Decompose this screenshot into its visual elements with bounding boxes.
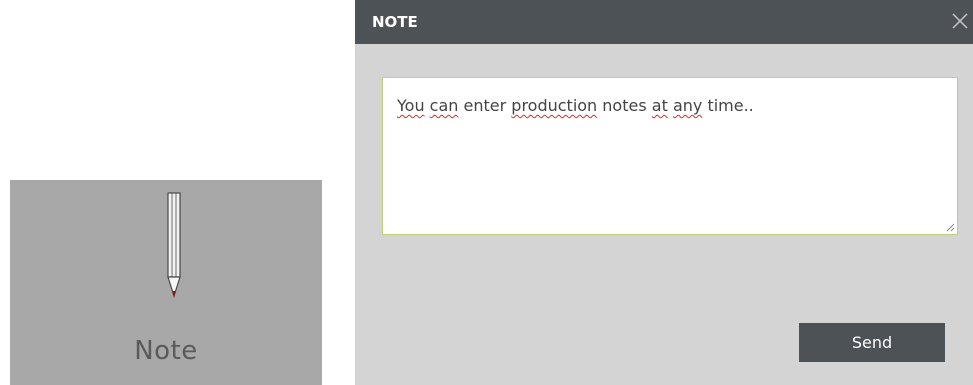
dialog-header: NOTE xyxy=(355,0,973,44)
note-tile-label: Note xyxy=(134,336,198,366)
note-text: You can enter production notes at any ti… xyxy=(397,96,754,115)
resize-grip-icon[interactable] xyxy=(945,222,955,232)
note-tile-button[interactable]: Note xyxy=(10,180,322,385)
pencil-icon xyxy=(167,192,181,298)
note-word-misspelled: You xyxy=(397,96,425,115)
note-word-misspelled: production xyxy=(511,96,598,115)
note-word: time.. xyxy=(702,96,754,115)
close-icon[interactable] xyxy=(949,10,971,32)
dialog-title: NOTE xyxy=(372,13,418,31)
note-word-misspelled: at xyxy=(651,96,668,115)
note-word: enter xyxy=(458,96,512,115)
note-word-misspelled: any xyxy=(672,96,703,115)
send-button[interactable]: Send xyxy=(799,323,945,362)
note-word: notes xyxy=(597,96,652,115)
note-dialog: NOTE You can enter production notes at a… xyxy=(355,0,973,385)
note-word-misspelled: can xyxy=(429,96,459,115)
note-textarea[interactable]: You can enter production notes at any ti… xyxy=(382,77,958,235)
